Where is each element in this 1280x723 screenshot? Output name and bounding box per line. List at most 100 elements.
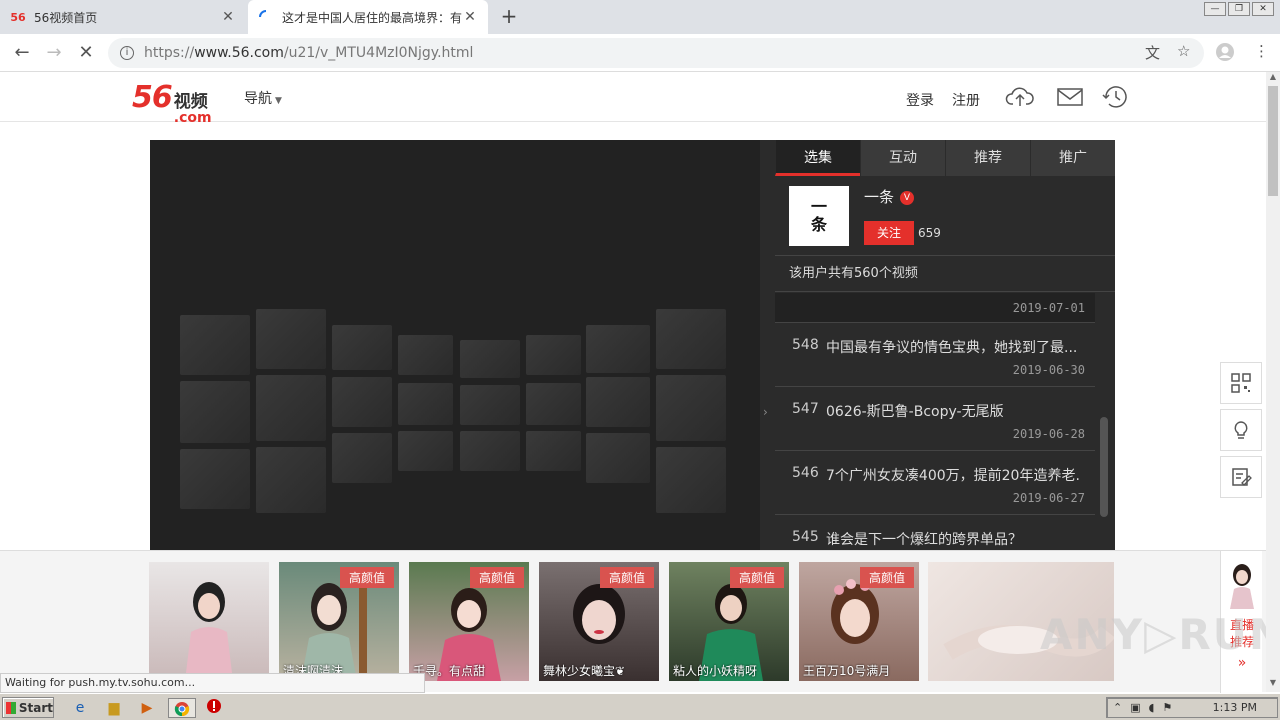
site-logo[interactable]: 56 视频 .com <box>132 80 212 125</box>
history-clock-icon[interactable] <box>1101 84 1131 110</box>
profile-avatar-icon[interactable] <box>1215 42 1235 66</box>
url-path: /u21/v_MTU4MzI0Njgy.html <box>283 45 474 61</box>
volume-icon[interactable]: ◖ <box>1149 701 1155 714</box>
logo-number: 56 <box>132 80 173 115</box>
list-item[interactable]: 546 7个广州女友凑400万，提前20年造养老... 2019-06-27 <box>775 451 1095 515</box>
feedback-edit-icon[interactable] <box>1220 456 1262 498</box>
bookmark-star-icon[interactable]: ☆ <box>1177 42 1190 60</box>
loading-spinner-icon <box>258 10 274 24</box>
video-title: 谁会是下一个爆红的跨界单品？ <box>826 532 1022 548</box>
page-scrollbar[interactable]: ▲ ▼ <box>1266 72 1280 692</box>
live-thumb[interactable]: 高颜值 粘人的小妖精呀 <box>669 562 789 681</box>
live-thumb[interactable]: 高颜值 千寻。有点甜 <box>409 562 529 681</box>
windows-logo-icon <box>6 701 16 714</box>
panel-scrollbar[interactable] <box>1100 417 1108 517</box>
back-arrow-icon[interactable]: ← <box>10 41 34 65</box>
maximize-button[interactable]: ❐ <box>1228 2 1250 16</box>
address-bar[interactable]: i https://www.56.com/u21/v_MTU4MzI0Njgy.… <box>108 38 1204 68</box>
close-tab-icon[interactable]: ✕ <box>220 9 236 25</box>
live-thumb[interactable] <box>149 562 269 681</box>
scroll-up-icon[interactable]: ▲ <box>1266 72 1280 84</box>
folder-icon[interactable]: ▆ <box>104 698 124 718</box>
clock: 1:13 PM <box>1212 701 1257 714</box>
video-date: 2019-07-01 <box>1012 301 1085 315</box>
caret-down-icon: ▼ <box>275 96 282 106</box>
video-number: 548 <box>792 337 819 353</box>
video-number: 545 <box>792 529 819 545</box>
url-scheme: https:// <box>144 45 195 61</box>
message-envelope-icon[interactable] <box>1055 84 1085 110</box>
logo-text: 视频 <box>173 92 208 112</box>
system-tray: ⌃ ▣ ◖ ⚑ 1:13 PM <box>1106 697 1278 718</box>
streamer-name: 粘人的小妖精呀 <box>673 664 758 678</box>
list-item[interactable]: 548 中国最有争议的情色宝典，她找到了最... 2019-06-30 <box>775 323 1095 387</box>
scroll-down-icon[interactable]: ▼ <box>1266 678 1280 690</box>
minimize-button[interactable]: — <box>1204 2 1226 16</box>
uploader-name[interactable]: 一条 V <box>864 186 915 207</box>
media-player-icon[interactable]: ▶ <box>137 698 157 718</box>
tab-title: 56视频首页 <box>34 10 98 25</box>
tab-promotion[interactable]: 推广 <box>1030 140 1115 176</box>
scroll-thumb[interactable] <box>1268 86 1278 196</box>
tab-title: 这才是中国人居住的最高境界：有水有 <box>282 10 462 25</box>
forward-arrow-icon[interactable]: → <box>42 41 66 65</box>
register-link[interactable]: 注册 <box>952 90 980 110</box>
flag-icon[interactable]: ⚑ <box>1162 701 1172 714</box>
new-tab-button[interactable]: + <box>498 5 520 27</box>
upload-cloud-icon[interactable] <box>1005 84 1035 110</box>
stop-loading-icon[interactable]: ✕ <box>74 41 98 65</box>
list-item[interactable]: 2019-07-01 <box>775 293 1095 323</box>
close-window-button[interactable]: ✕ <box>1252 2 1274 16</box>
start-button[interactable]: Start <box>2 697 54 718</box>
list-item[interactable]: 547 0626-斯巴鲁-Bcopy-无尾版 2019-06-28 <box>775 387 1095 451</box>
start-label: Start <box>18 700 53 715</box>
tab-recommend[interactable]: 推荐 <box>945 140 1030 176</box>
live-thumb[interactable]: 高颜值 清沫啊清沫 <box>279 562 399 681</box>
url-host: www.56.com <box>194 45 284 61</box>
avatar-text-2: 条 <box>810 215 827 234</box>
avatar[interactable]: 一条 <box>789 186 849 246</box>
lightbulb-icon[interactable] <box>1220 409 1262 451</box>
browser-tabbar: 56 56视频首页 ✕ 这才是中国人居住的最高境界：有水有 ✕ + — ❐ ✕ <box>0 0 1280 34</box>
browser-menu-icon[interactable]: ⋮ <box>1254 42 1269 60</box>
translate-icon[interactable]: 文 <box>1145 42 1160 63</box>
nav-label: 导航 <box>244 91 272 107</box>
network-icon[interactable]: ▣ <box>1130 701 1140 714</box>
video-date: 2019-06-30 <box>1012 363 1085 377</box>
list-item[interactable]: 545 谁会是下一个爆红的跨界单品？ <box>775 515 1095 550</box>
streamer-name: 王百万10号满月 <box>803 664 891 678</box>
follower-count: 659 <box>918 226 941 240</box>
video-player[interactable] <box>150 140 760 550</box>
beauty-tag: 高颜值 <box>469 567 524 588</box>
video-list: 2019-07-01 548 中国最有争议的情色宝典，她找到了最... 2019… <box>775 293 1095 550</box>
windows-taskbar: Start e ▆ ▶ ⌃ ▣ ◖ ⚑ 1:13 PM <box>0 693 1280 720</box>
tab-current-video[interactable]: 这才是中国人居住的最高境界：有水有 ✕ <box>248 0 488 34</box>
verified-badge-icon: V <box>900 191 915 205</box>
live-thumb[interactable]: 高颜值 舞林少女曦宝❦ <box>539 562 659 681</box>
tab-episodes[interactable]: 选集 <box>775 140 860 176</box>
video-title: 中国最有争议的情色宝典，她找到了最... <box>826 340 1078 356</box>
close-tab-icon[interactable]: ✕ <box>462 9 478 25</box>
panel-collapse-toggle[interactable]: › <box>760 140 775 550</box>
tab-interaction[interactable]: 互动 <box>860 140 945 176</box>
tab-56-home[interactable]: 56 56视频首页 ✕ <box>0 0 246 34</box>
site-nav-dropdown[interactable]: 导航 ▼ <box>244 88 282 108</box>
ie-icon[interactable]: e <box>70 698 90 718</box>
avatar-text-1: 一 <box>810 197 827 217</box>
site-info-icon[interactable]: i <box>120 46 134 60</box>
login-link[interactable]: 登录 <box>906 90 934 110</box>
security-app-icon[interactable] <box>204 698 224 718</box>
browser-toolbar: ← → ✕ i https://www.56.com/u21/v_MTU4MzI… <box>0 34 1280 72</box>
beauty-tag: 高颜值 <box>729 567 784 588</box>
chevron-right-icon: › <box>763 405 768 419</box>
url-text: https://www.56.com/u21/v_MTU4MzI0Njgy.ht… <box>144 45 473 61</box>
site-header: 56 视频 .com 导航 ▼ 登录 注册 <box>0 72 1266 125</box>
loading-poster-wall <box>180 305 730 525</box>
follow-button[interactable]: 关注 <box>864 221 914 245</box>
live-thumb[interactable]: 高颜值 王百万10号满月 <box>799 562 919 681</box>
qr-code-icon[interactable] <box>1220 362 1262 404</box>
video-count-text: 该用户共有560个视频 <box>775 256 1115 292</box>
chrome-icon[interactable] <box>168 698 196 718</box>
tray-expand-icon[interactable]: ⌃ <box>1113 701 1122 714</box>
uploader-card: 一条 一条 V 关注 659 <box>775 176 1115 256</box>
